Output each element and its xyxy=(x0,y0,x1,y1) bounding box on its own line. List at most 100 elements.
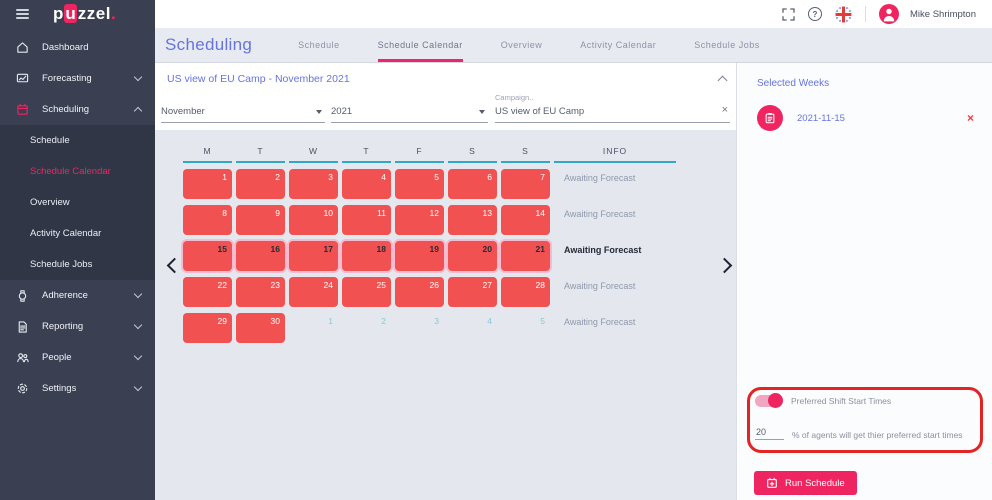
day-header: F xyxy=(395,146,444,163)
day-cell[interactable]: 1 xyxy=(183,169,232,199)
day-cell[interactable]: 15 xyxy=(183,241,232,271)
day-cell[interactable]: 28 xyxy=(501,277,550,307)
day-header: W xyxy=(289,146,338,163)
day-cell[interactable]: 9 xyxy=(236,205,285,235)
preferred-shift-toggle[interactable] xyxy=(755,395,781,407)
sidebar-item-adherence[interactable]: Adherence xyxy=(0,280,155,311)
prev-month-arrow[interactable] xyxy=(167,258,183,274)
day-cell[interactable]: 29 xyxy=(183,313,232,343)
day-number: 25 xyxy=(377,280,386,290)
day-cell[interactable]: 16 xyxy=(236,241,285,271)
day-cell[interactable]: 26 xyxy=(395,277,444,307)
chevron-down-icon xyxy=(134,290,142,298)
day-number: 14 xyxy=(536,208,545,218)
percent-input[interactable] xyxy=(755,427,784,440)
day-cell[interactable]: 19 xyxy=(395,241,444,271)
tab-overview[interactable]: Overview xyxy=(501,28,543,62)
day-cell[interactable]: 2 xyxy=(236,169,285,199)
day-number: 20 xyxy=(483,244,492,254)
calendar-week-row[interactable]: 891011121314Awaiting Forecast xyxy=(183,205,676,235)
page-title: Scheduling xyxy=(165,35,252,55)
day-number: 5 xyxy=(434,172,439,182)
calendar-week-row[interactable]: 15 16 17 18 19 20 21 Awaiting Forecast xyxy=(183,241,676,271)
collapse-chevron-icon[interactable] xyxy=(718,76,728,86)
day-number: 29 xyxy=(218,316,227,326)
chevron-down-icon xyxy=(134,383,142,391)
day-header: S xyxy=(501,146,550,163)
sidebar-item-schedule-calendar[interactable]: Schedule Calendar xyxy=(0,156,155,187)
day-cell[interactable]: 25 xyxy=(342,277,391,307)
day-cell[interactable]: 24 xyxy=(289,277,338,307)
day-cell[interactable]: 7 xyxy=(501,169,550,199)
day-number: 9 xyxy=(275,208,280,218)
day-cell[interactable]: 4 xyxy=(342,169,391,199)
week-badge-icon xyxy=(757,105,783,131)
filter-panel-title: US view of EU Camp - November 2021 xyxy=(167,73,350,85)
sidebar-item-settings[interactable]: Settings xyxy=(0,373,155,404)
campaign-input[interactable]: US view of EU Camp × xyxy=(495,106,730,123)
day-cell[interactable]: 11 xyxy=(342,205,391,235)
day-cell[interactable]: 3 xyxy=(289,169,338,199)
day-number: 23 xyxy=(271,280,280,290)
tab-schedule-calendar[interactable]: Schedule Calendar xyxy=(378,28,463,62)
calendar-week-row[interactable]: 22232425262728Awaiting Forecast xyxy=(183,277,676,307)
help-icon[interactable]: ? xyxy=(808,7,822,21)
scheduling-submenu: Schedule Schedule Calendar Overview Acti… xyxy=(0,125,155,280)
sidebar-item-people[interactable]: People xyxy=(0,342,155,373)
selected-week-date: 2021-11-15 xyxy=(797,113,967,124)
sidebar-item-activity-calendar[interactable]: Activity Calendar xyxy=(0,218,155,249)
day-cell[interactable]: 6 xyxy=(448,169,497,199)
header-band: Scheduling Schedule Schedule Calendar Ov… xyxy=(155,28,992,63)
remove-week-icon[interactable]: × xyxy=(967,111,974,125)
sidebar-item-scheduling[interactable]: Scheduling xyxy=(0,94,155,125)
sidebar-item-forecasting[interactable]: Forecasting xyxy=(0,63,155,94)
day-cell[interactable]: 23 xyxy=(236,277,285,307)
calendar-week-row[interactable]: 1234567Awaiting Forecast xyxy=(183,169,676,199)
day-cell[interactable]: 14 xyxy=(501,205,550,235)
day-number: 18 xyxy=(377,244,386,254)
tab-activity-calendar[interactable]: Activity Calendar xyxy=(580,28,656,62)
day-cell[interactable]: 27 xyxy=(448,277,497,307)
sidebar-item-overview[interactable]: Overview xyxy=(0,187,155,218)
avatar[interactable] xyxy=(879,4,899,24)
day-number: 21 xyxy=(536,244,545,254)
uk-flag-icon[interactable] xyxy=(835,6,852,23)
day-number: 16 xyxy=(271,244,280,254)
next-month-arrow[interactable] xyxy=(717,258,733,274)
calendar-header-row: MTWTFSSINFO xyxy=(183,146,676,163)
day-cell[interactable]: 30 xyxy=(236,313,285,343)
day-cell[interactable]: 17 xyxy=(289,241,338,271)
sidebar-item-reporting[interactable]: Reporting xyxy=(0,311,155,342)
month-select[interactable]: November xyxy=(161,106,325,123)
day-cell[interactable]: 12 xyxy=(395,205,444,235)
home-icon xyxy=(16,41,29,55)
day-cell[interactable]: 10 xyxy=(289,205,338,235)
day-number: 1 xyxy=(222,172,227,182)
tab-schedule[interactable]: Schedule xyxy=(298,28,340,62)
day-cell[interactable]: 8 xyxy=(183,205,232,235)
year-select[interactable]: 2021 xyxy=(331,106,488,123)
day-number: 7 xyxy=(540,172,545,182)
day-cell[interactable]: 5 xyxy=(395,169,444,199)
sidebar-item-schedule-jobs[interactable]: Schedule Jobs xyxy=(0,249,155,280)
chart-icon xyxy=(16,72,29,86)
day-cell[interactable]: 20 xyxy=(448,241,497,271)
day-cell[interactable]: 21 xyxy=(501,241,550,271)
clear-campaign-icon[interactable]: × xyxy=(722,104,728,116)
tab-schedule-jobs[interactable]: Schedule Jobs xyxy=(694,28,760,62)
day-number: 11 xyxy=(377,208,386,218)
sidebar-item-dashboard[interactable]: Dashboard xyxy=(0,32,155,63)
day-number: 8 xyxy=(222,208,227,218)
week-info: Awaiting Forecast xyxy=(554,241,676,271)
run-schedule-button[interactable]: Run Schedule xyxy=(754,471,857,495)
next-month-day: 5 xyxy=(501,313,550,343)
fullscreen-icon[interactable] xyxy=(782,8,795,21)
calendar-week-row[interactable]: 293012345Awaiting Forecast xyxy=(183,313,676,343)
hamburger-menu-icon[interactable] xyxy=(16,7,29,21)
day-number: 10 xyxy=(324,208,333,218)
day-cell[interactable]: 22 xyxy=(183,277,232,307)
day-cell[interactable]: 13 xyxy=(448,205,497,235)
next-month-day: 3 xyxy=(395,313,444,343)
day-cell[interactable]: 18 xyxy=(342,241,391,271)
sidebar-item-schedule[interactable]: Schedule xyxy=(0,125,155,156)
